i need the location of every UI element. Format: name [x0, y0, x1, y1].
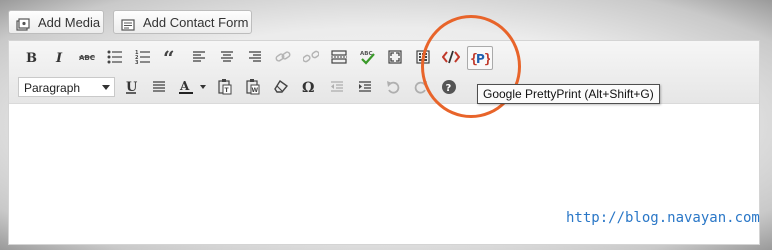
add-media-label: Add Media — [38, 15, 101, 30]
indent-icon[interactable] — [354, 76, 376, 98]
svg-text:3: 3 — [135, 60, 139, 65]
watermark-url: http://blog.navayan.com — [566, 210, 760, 226]
insert-more-icon[interactable] — [328, 46, 350, 68]
text-color-icon[interactable]: A — [176, 76, 210, 98]
add-contact-form-button[interactable]: Add Contact Form — [113, 10, 252, 34]
blockquote-icon[interactable]: “ — [160, 46, 182, 68]
clear-formatting-icon[interactable] — [270, 76, 292, 98]
prettyprint-tooltip: Google PrettyPrint (Alt+Shift+G) — [477, 84, 660, 104]
outdent-icon[interactable] — [326, 76, 348, 98]
format-select[interactable]: Paragraph — [18, 77, 115, 97]
numbered-list-icon[interactable]: 1 2 3 — [132, 46, 154, 68]
chevron-down-icon — [98, 78, 114, 96]
format-select-value: Paragraph — [24, 81, 81, 95]
add-media-icon — [16, 16, 30, 31]
svg-text:ABC: ABC — [79, 54, 95, 62]
bullet-list-icon[interactable] — [104, 46, 126, 68]
paste-text-icon[interactable]: T — [214, 76, 236, 98]
special-character-icon[interactable]: Ω — [298, 76, 320, 98]
svg-text:ABC: ABC — [360, 51, 373, 57]
svg-text:Ω: Ω — [302, 80, 314, 94]
bold-icon[interactable]: B — [20, 46, 42, 68]
add-contact-form-label: Add Contact Form — [143, 15, 249, 30]
align-right-icon[interactable] — [244, 46, 266, 68]
unlink-icon[interactable] — [300, 46, 322, 68]
contact-form-icon — [121, 16, 135, 31]
align-left-icon[interactable] — [188, 46, 210, 68]
svg-text:B: B — [26, 51, 37, 64]
svg-text:“: “ — [163, 50, 175, 64]
align-center-icon[interactable] — [216, 46, 238, 68]
svg-text:W: W — [252, 87, 259, 94]
svg-text:A: A — [179, 79, 190, 93]
fullscreen-icon[interactable] — [384, 46, 406, 68]
svg-text:I: I — [55, 51, 63, 64]
justify-icon[interactable] — [148, 76, 170, 98]
insert-link-icon[interactable] — [272, 46, 294, 68]
paste-word-icon[interactable]: W — [242, 76, 264, 98]
strikethrough-icon[interactable]: ABC — [76, 46, 98, 68]
add-media-button[interactable]: Add Media — [8, 10, 104, 34]
spellcheck-icon[interactable]: ABC — [356, 46, 378, 68]
undo-icon[interactable] — [382, 76, 404, 98]
underline-icon[interactable]: U — [120, 76, 142, 98]
italic-icon[interactable]: I — [48, 46, 70, 68]
